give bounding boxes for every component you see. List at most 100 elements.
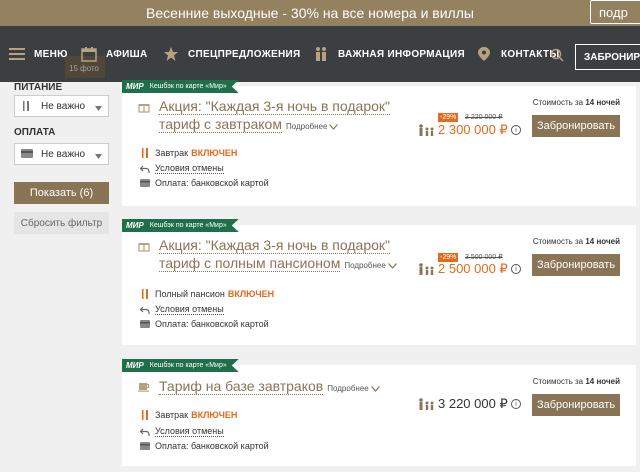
payment-select[interactable]: Не важно [14,143,109,165]
book-button[interactable]: Забронировать [532,115,620,137]
mir-logo: МИР [126,221,144,230]
search-icon[interactable] [550,48,564,67]
cost-label: Стоимость за 14 ночей [533,237,620,246]
payment-feature: Оплата: банковской картой [140,319,269,329]
cancel-conditions-link[interactable]: Условия отмены [155,304,224,315]
meal-text: Полный пансион [155,289,225,299]
nav-item-label: АФИША [106,48,148,60]
meal-text: Завтрак [155,410,189,420]
gift-icon [138,239,150,252]
tariff-title-line1: Акция: "Каждая 3-я ночь в подарок" [159,237,390,254]
meal-text: Завтрак [155,148,189,158]
hamburger-icon [8,45,26,63]
payment-filter-label: ОПЛАТА [14,127,56,138]
chevron-down-icon[interactable] [387,255,397,273]
payment-text: Оплата: банковской картой [155,178,269,188]
meal-feature: Завтрак ВКЛЮЧЕН [140,410,237,420]
badge-text: Кешбэк по карте «Мир» [149,83,227,90]
nav-item-label: ВАЖНАЯ ИНФОРМАЦИЯ [338,48,465,60]
cutlery-icon [140,148,150,158]
people-icon [312,45,330,63]
meal-feature: Завтрак ВКЛЮЧЕН [140,148,237,158]
undo-icon [140,164,150,174]
promo-text: Весенние выходные - 30% на все номера и … [146,5,474,21]
nav-item-label: СПЕЦПРЕДЛОЖЕНИЯ [188,48,301,60]
cost-nights: 14 ночей [585,98,620,107]
info-icon[interactable]: i [511,399,521,409]
main-nav: 15 фото МЕНЮ АФИША СПЕЦПРЕДЛОЖЕНИЯ ВАЖНА… [0,26,640,82]
info-icon[interactable]: i [511,264,521,274]
mir-cashback-badge: МИР Кешбэк по карте «Мир» [122,219,239,232]
guests-icon [418,398,434,410]
nav-item-special-offers[interactable]: СПЕЦПРЕДЛОЖЕНИЯ [162,26,301,82]
show-results-button[interactable]: Показать (6) [14,182,109,204]
meal-feature: Полный пансион ВКЛЮЧЕН [140,289,274,299]
nav-menu-label: МЕНЮ [34,48,68,60]
offer-card: МИР Кешбэк по карте «Мир» Акция: "Каждая… [122,80,636,206]
price: 2 300 000 ₽ [438,122,508,137]
food-select[interactable]: Не важно [14,95,109,117]
card-icon [21,149,33,159]
book-button[interactable]: Забронировать [532,394,620,416]
promo-bar: Весенние выходные - 30% на все номера и … [0,0,640,26]
payment-text: Оплата: банковской картой [155,319,269,329]
cost-prefix: Стоимость за [532,237,584,246]
mir-logo: МИР [126,361,144,370]
cancel-conditions-link[interactable]: Условия отмены [155,426,224,437]
cutlery-icon [140,410,150,420]
guests-icon [418,263,434,275]
reset-filter-button[interactable]: Сбросить фильтр [14,212,109,234]
cost-nights: 14 ночей [585,377,620,386]
payment-feature: Оплата: банковской картой [140,441,269,451]
mir-logo: МИР [126,82,144,91]
gift-icon [138,100,150,113]
food-select-value: Не важно [41,100,86,112]
chevron-down-icon [95,151,102,162]
nav-item-contacts[interactable]: КОНТАКТЫ [475,26,559,82]
mir-cashback-badge: МИР Кешбэк по карте «Мир» [122,359,239,372]
badge-text: Кешбэк по карте «Мир» [149,222,227,229]
book-button[interactable]: Забронировать [532,254,620,276]
more-link[interactable]: Подробнее [344,261,386,270]
tariff-title[interactable]: Тариф на базе завтраков Подробнее [159,377,380,398]
info-icon[interactable]: i [511,125,521,135]
promo-details-button[interactable]: подр [590,0,640,24]
more-link[interactable]: Подробнее [286,122,328,131]
chevron-down-icon[interactable] [329,116,339,134]
cost-nights: 14 ночей [585,237,620,246]
nav-book-button[interactable]: ЗАБРОНИР [575,44,640,70]
tariff-title[interactable]: Акция: "Каждая 3-я ночь в подарок" тариф… [159,97,390,136]
tariff-title[interactable]: Акция: "Каждая 3-я ночь в подарок" тариф… [159,236,397,275]
undo-icon [140,305,150,315]
chevron-down-icon[interactable] [370,378,380,396]
cancel-feature[interactable]: Условия отмены [140,163,224,174]
meal-included: ВКЛЮЧЕН [191,410,238,420]
card-icon [140,178,150,188]
tariff-title-line2: тариф с завтраком [159,116,282,133]
meal-included: ВКЛЮЧЕН [227,289,275,299]
more-link[interactable]: Подробнее [327,384,369,393]
badge-text: Кешбэк по карте «Мир» [149,362,227,369]
filter-sidebar: ПИТАНИЕ Не важно ОПЛАТА Не важно Показат… [0,82,120,472]
offer-card: МИР Кешбэк по карте «Мир» Акция: "Каждая… [122,219,636,345]
nav-item-important-info[interactable]: ВАЖНАЯ ИНФОРМАЦИЯ [312,26,465,82]
nav-item-afisha[interactable]: АФИША [80,26,147,82]
cancel-feature[interactable]: Условия отмены [140,304,224,315]
payment-feature: Оплата: банковской картой [140,178,269,188]
cancel-conditions-link[interactable]: Условия отмены [155,163,224,174]
location-pin-icon [475,45,493,63]
star-icon [162,45,180,63]
tariff-title-line1: Тариф на базе завтраков [159,378,324,395]
food-filter-label: ПИТАНИЕ [14,82,63,93]
offer-card: МИР Кешбэк по карте «Мир» Тариф на базе … [122,359,636,466]
payment-select-value: Не важно [41,148,86,160]
discount-badge: -29% [438,113,459,122]
cutlery-icon [140,289,150,299]
cost-label: Стоимость за 14 ночей [533,98,620,107]
nav-menu[interactable]: МЕНЮ [8,26,68,82]
old-price: 3 500 000 ₽ [465,254,503,261]
tariff-title-line2: тариф с полным пансионом [159,255,341,272]
card-icon [140,319,150,329]
cancel-feature[interactable]: Условия отмены [140,426,224,437]
coffee-cup-icon [138,379,150,392]
